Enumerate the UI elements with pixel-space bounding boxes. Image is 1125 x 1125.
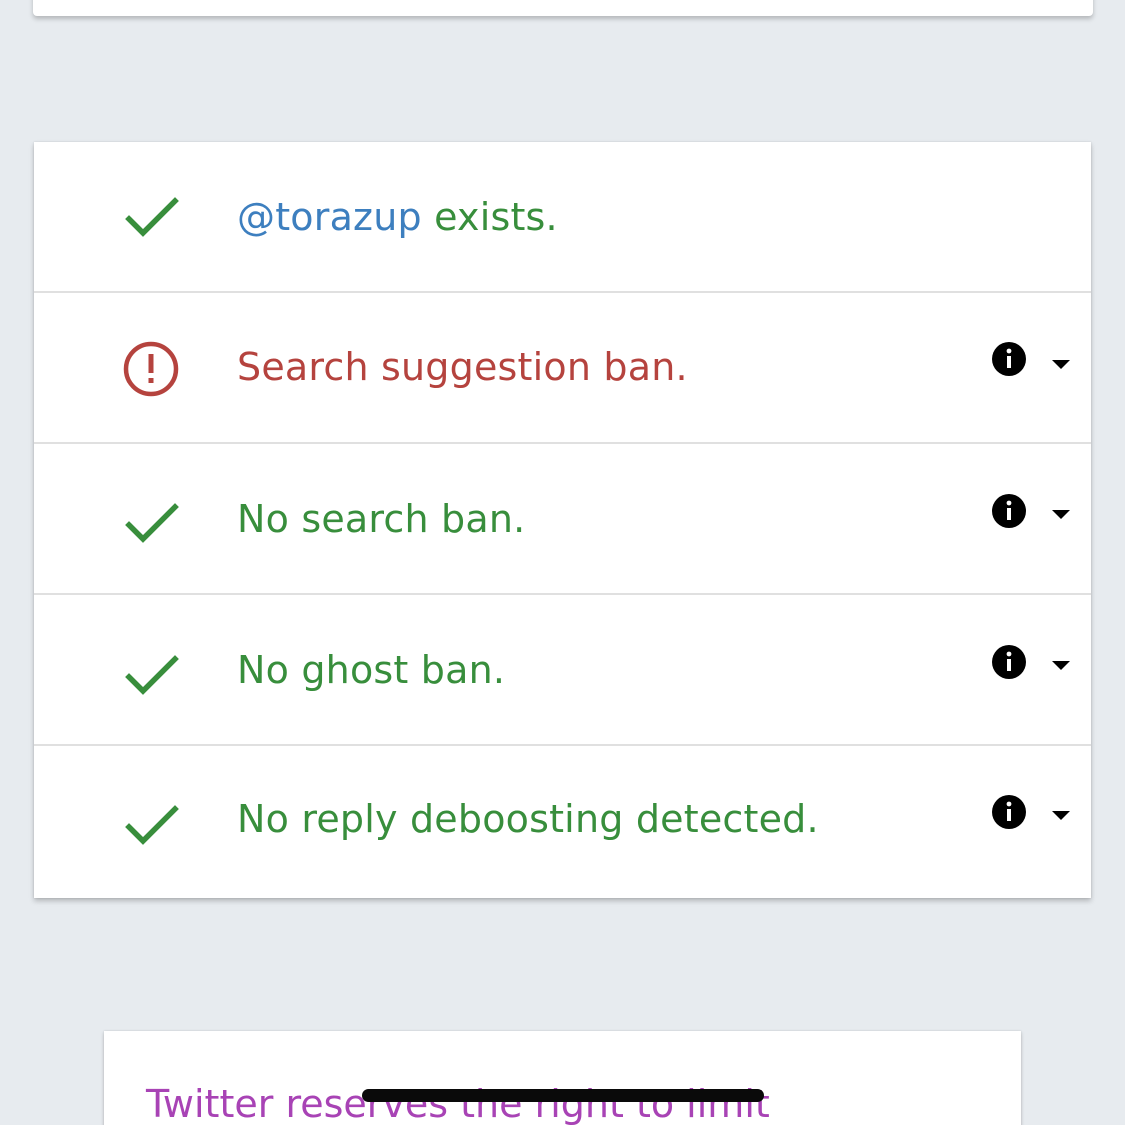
result-text: Search suggestion ban. <box>237 345 688 389</box>
info-icon[interactable] <box>991 341 1027 377</box>
check-icon <box>122 494 182 554</box>
info-icon[interactable] <box>991 493 1027 529</box>
result-row-reply-deboosting: No reply deboosting detected. <box>34 746 1091 898</box>
previous-card <box>33 0 1093 16</box>
expand-caret-icon[interactable] <box>1050 356 1072 369</box>
info-icon[interactable] <box>991 644 1027 680</box>
notice-text: Twitter reserves the right to limit <box>146 1082 770 1125</box>
page: @torazup exists. Search suggestion ban. <box>0 0 1125 1125</box>
results-card: @torazup exists. Search suggestion ban. <box>34 142 1091 898</box>
result-text: @torazup exists. <box>237 194 558 240</box>
result-text: No reply deboosting detected. <box>237 797 819 841</box>
check-icon <box>122 188 182 248</box>
result-row-ghost-ban: No ghost ban. <box>34 595 1091 746</box>
result-text: No ghost ban. <box>237 648 506 692</box>
info-icon[interactable] <box>991 794 1027 830</box>
check-icon <box>122 646 182 706</box>
result-text: No search ban. <box>237 497 526 541</box>
home-indicator[interactable] <box>362 1089 764 1102</box>
result-row-search-suggestion-ban: Search suggestion ban. <box>34 293 1091 444</box>
alert-circle-icon <box>120 339 180 399</box>
notice-card: Twitter reserves the right to limit <box>104 1031 1021 1125</box>
expand-caret-icon[interactable] <box>1050 506 1072 519</box>
expand-caret-icon[interactable] <box>1050 657 1072 670</box>
expand-caret-icon[interactable] <box>1050 807 1072 820</box>
result-suffix: exists. <box>421 195 558 239</box>
check-icon <box>122 796 182 856</box>
result-row-search-ban: No search ban. <box>34 444 1091 595</box>
user-handle-link[interactable]: @torazup <box>237 195 422 239</box>
result-row-exists: @torazup exists. <box>34 142 1091 293</box>
